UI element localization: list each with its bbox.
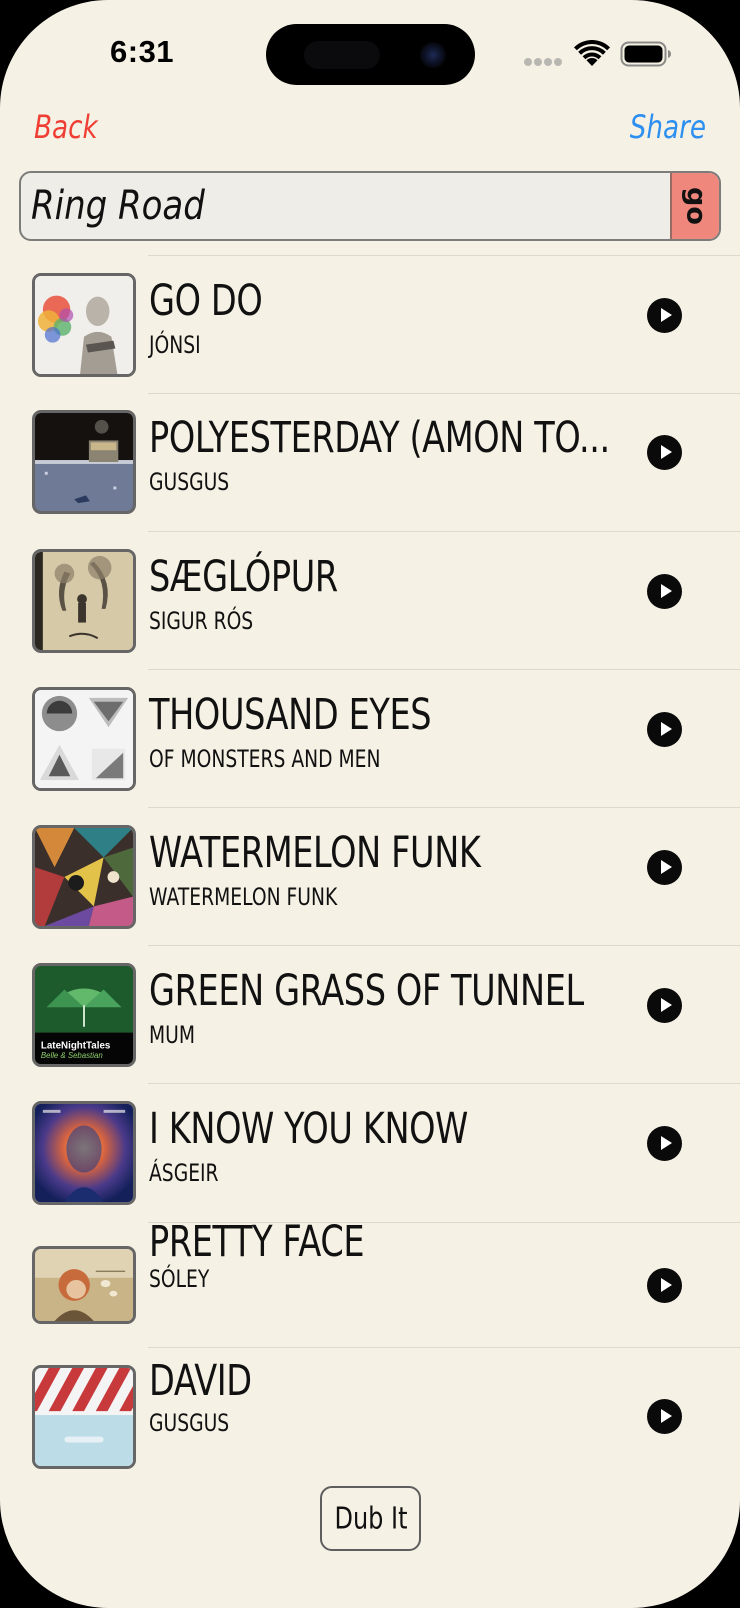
track-title: GREEN GRASS OF TUNNEL: [149, 966, 584, 1016]
go-button[interactable]: go: [670, 173, 719, 239]
track-row[interactable]: DAVID GUSGUS: [0, 1348, 740, 1478]
track-artist: SÓLEY: [149, 1265, 210, 1293]
cellular-signal-icon: [524, 58, 562, 66]
album-art-sigur-ros: [32, 549, 136, 653]
dub-it-button[interactable]: Dub It: [320, 1486, 421, 1551]
playlist-title-field: go: [19, 171, 721, 241]
front-camera-icon: [420, 42, 446, 68]
album-art-title: LateNightTales: [41, 1040, 111, 1051]
track-title: DAVID: [149, 1356, 252, 1406]
battery-icon: [620, 41, 671, 67]
track-row[interactable]: PRETTY FACE SÓLEY: [0, 1217, 740, 1348]
play-icon[interactable]: [647, 435, 682, 470]
album-art-asgeir: [32, 1101, 136, 1205]
play-icon[interactable]: [647, 1126, 682, 1161]
play-icon[interactable]: [647, 988, 682, 1023]
back-button[interactable]: Back: [34, 108, 98, 146]
dub-it-label: Dub It: [333, 1501, 408, 1536]
album-art-jonsi: [32, 273, 136, 377]
status-time: 6:31: [110, 34, 175, 69]
device-frame: 6:31 Back Share go: [0, 0, 740, 1608]
dynamic-island: [266, 24, 475, 85]
album-art-gusgus-david: [32, 1365, 136, 1469]
track-artist: GUSGUS: [149, 1409, 230, 1437]
play-icon[interactable]: [647, 298, 682, 333]
track-title: SÆGLÓPUR: [149, 552, 338, 602]
playlist-title-input[interactable]: [31, 173, 558, 239]
track-artist: WATERMELON FUNK: [149, 883, 338, 911]
track-row[interactable]: POLYESTERDAY (AMON TO... GUSGUS: [0, 394, 740, 532]
track-title: THOUSAND EYES: [149, 690, 432, 740]
album-art-watermelon-funk: [32, 825, 136, 929]
go-button-label: go: [680, 187, 711, 225]
track-row[interactable]: I KNOW YOU KNOW ÁSGEIR: [0, 1084, 740, 1223]
island-sensor: [304, 41, 380, 69]
play-icon[interactable]: [647, 574, 682, 609]
album-art-soley: [32, 1246, 136, 1324]
share-button[interactable]: Share: [630, 108, 706, 146]
track-artist: GUSGUS: [149, 468, 230, 496]
album-art-gusgus-polyesterday: [32, 410, 136, 514]
track-artist: OF MONSTERS AND MEN: [149, 745, 381, 773]
album-art-late-night-tales: LateNightTales Belle & Sebastian: [32, 963, 136, 1067]
track-title: I KNOW YOU KNOW: [149, 1104, 468, 1154]
album-art-of-monsters-and-men: [32, 687, 136, 791]
play-icon[interactable]: [647, 1399, 682, 1434]
track-row[interactable]: THOUSAND EYES OF MONSTERS AND MEN: [0, 670, 740, 808]
track-artist: MUM: [149, 1021, 196, 1049]
track-artist: JÓNSI: [149, 331, 201, 359]
app-screen: 6:31 Back Share go: [0, 0, 740, 1608]
track-row[interactable]: SÆGLÓPUR SIGUR RÓS: [0, 532, 740, 670]
track-title: POLYESTERDAY (AMON TO...: [149, 413, 610, 463]
track-row[interactable]: LateNightTales Belle & Sebastian GREEN G…: [0, 946, 740, 1084]
play-icon[interactable]: [647, 850, 682, 885]
track-title: WATERMELON FUNK: [149, 828, 481, 878]
play-icon[interactable]: [647, 712, 682, 747]
track-artist: ÁSGEIR: [149, 1159, 219, 1187]
play-icon[interactable]: [647, 1268, 682, 1303]
track-row[interactable]: GO DO JÓNSI: [0, 256, 740, 394]
track-row[interactable]: WATERMELON FUNK WATERMELON FUNK: [0, 808, 740, 946]
track-title: GO DO: [149, 276, 263, 326]
album-art-artist: Belle & Sebastian: [41, 1051, 103, 1060]
track-artist: SIGUR RÓS: [149, 607, 254, 635]
track-title: PRETTY FACE: [149, 1217, 365, 1267]
wifi-icon: [574, 40, 610, 66]
